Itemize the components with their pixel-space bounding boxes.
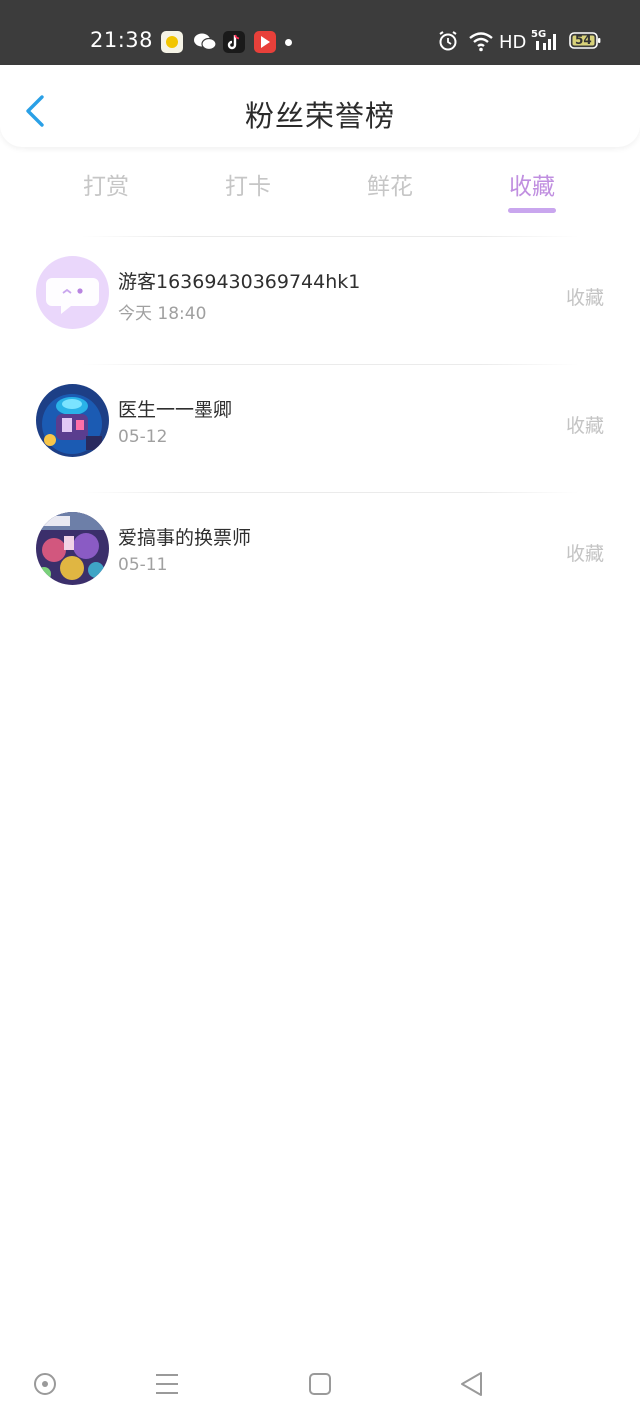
tiktok-icon	[223, 31, 245, 53]
tab-checkin[interactable]: 打卡	[177, 167, 319, 201]
tab-label: 打卡	[225, 174, 271, 200]
battery-level: 54	[575, 33, 592, 47]
notification-dot	[285, 39, 292, 46]
guest-chat-avatar-icon	[46, 278, 99, 314]
header: 粉丝荣誉榜	[0, 65, 640, 147]
page-title: 粉丝荣誉榜	[244, 99, 395, 133]
video-app-icon	[254, 31, 276, 53]
tab-label: 打赏	[83, 174, 129, 200]
recent-apps-button[interactable]	[306, 1370, 334, 1398]
list-item[interactable]: 爱搞事的换票师 05-11 收藏	[0, 493, 640, 620]
fan-action-label: 收藏	[565, 543, 604, 565]
tab-tip[interactable]: 打赏	[35, 167, 177, 201]
fan-date: 05-12	[118, 427, 168, 447]
list-item[interactable]: 游客16369430369744hk1 今天 18:40 收藏	[0, 237, 640, 364]
fan-name: 游客16369430369744hk1	[118, 271, 361, 293]
tab-flowers[interactable]: 鲜花	[319, 167, 461, 201]
status-bar: 21:38 HD 5G 54	[0, 0, 640, 65]
screen: 21:38 HD 5G 54 粉丝荣誉榜 打赏 打卡 鲜花 收藏 游客16369…	[0, 0, 640, 1422]
user-avatar-image	[36, 512, 109, 585]
fan-action-label: 收藏	[565, 415, 604, 437]
fan-date: 05-11	[118, 555, 168, 575]
avatar[interactable]	[36, 384, 109, 457]
tab-label: 收藏	[509, 174, 555, 200]
tab-favorites[interactable]: 收藏	[461, 167, 603, 213]
system-back-button[interactable]	[458, 1370, 486, 1398]
fan-action-label: 收藏	[565, 287, 604, 309]
system-nav-bar	[0, 1358, 640, 1422]
tab-bar: 打赏 打卡 鲜花 收藏	[35, 167, 605, 217]
avatar[interactable]	[36, 256, 109, 329]
menu-icon	[156, 1374, 178, 1394]
fan-name: 爱搞事的换票师	[118, 527, 252, 549]
wifi-icon	[468, 30, 494, 56]
tab-label: 鲜花	[367, 174, 413, 200]
avatar[interactable]	[36, 512, 109, 585]
menu-button[interactable]	[153, 1370, 181, 1398]
fan-list: 游客16369430369744hk1 今天 18:40 收藏 医生一一墨卿 0…	[0, 236, 640, 620]
list-item[interactable]: 医生一一墨卿 05-12 收藏	[0, 365, 640, 492]
wechat-icon	[193, 31, 217, 53]
fan-name: 医生一一墨卿	[118, 399, 233, 421]
back-triangle-icon	[461, 1372, 482, 1396]
alarm-icon	[438, 30, 458, 56]
home-circle-button[interactable]	[31, 1370, 59, 1398]
network-label: HD	[499, 32, 527, 53]
square-recent-icon	[309, 1373, 331, 1395]
user-avatar-image	[36, 384, 109, 457]
fan-date: 今天 18:40	[118, 304, 207, 324]
active-tab-indicator	[508, 208, 556, 213]
status-time: 21:38	[90, 28, 154, 52]
home-circle-icon	[34, 1373, 56, 1395]
yellow-app-icon	[161, 31, 183, 53]
